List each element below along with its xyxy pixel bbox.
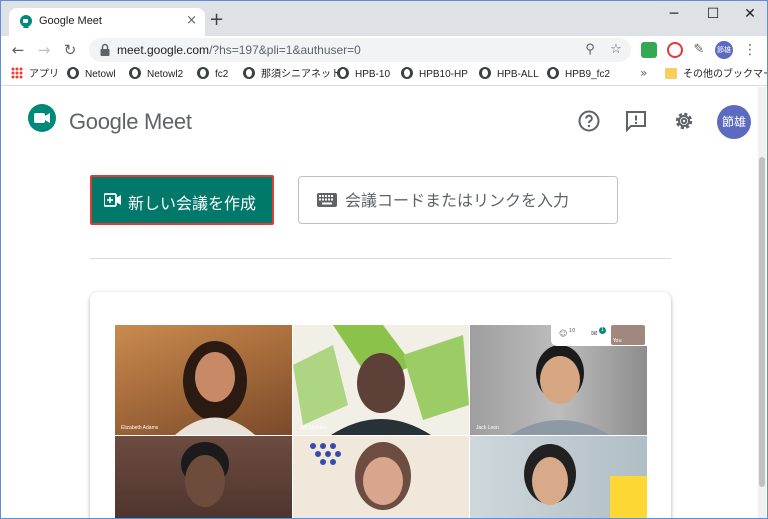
participant-name: Jack Leon	[476, 425, 499, 431]
minimize-button[interactable]: ─	[659, 5, 689, 25]
video-call-add-icon	[104, 193, 121, 207]
section-divider	[90, 258, 671, 259]
bookmark-hpb9-fc2[interactable]: HPB9_fc2	[547, 67, 610, 83]
participant-name: Elizabeth Adams	[121, 425, 159, 431]
feedback-icon[interactable]	[624, 109, 648, 133]
help-icon[interactable]	[577, 109, 601, 133]
forward-arrow-icon[interactable]: →	[33, 39, 55, 61]
folder-icon	[665, 68, 677, 79]
other-bookmarks-label: その他のブックマーク	[683, 69, 767, 80]
bookmark-hpb10-hp[interactable]: HPB10-HP	[401, 67, 468, 83]
puzzle-extensions-icon[interactable]: ✎	[691, 42, 707, 58]
checkmark-extension-icon[interactable]	[641, 42, 657, 58]
brand-google: Google	[69, 109, 139, 134]
reload-icon[interactable]: ↻	[59, 39, 81, 61]
people-count: 10	[569, 328, 576, 334]
url-host: meet.google.com	[117, 43, 210, 57]
page-scrollbar[interactable]	[758, 87, 766, 518]
participant-portrait	[175, 341, 255, 435]
new-meeting-label: 新しい会議を作成	[128, 194, 257, 213]
bookmark-label: HPB-ALL	[497, 69, 539, 80]
bookmark-label: アプリ	[29, 69, 59, 80]
tab-strip: Google Meet × + ─ ☐ ✕	[1, 1, 767, 36]
address-bar[interactable]: meet.google.com/?hs=197&pli=1&authuser=0…	[89, 38, 631, 62]
participant-name: Jeff Sheldon	[299, 425, 327, 431]
maximize-button[interactable]: ☐	[698, 5, 728, 25]
globe-icon	[479, 67, 491, 79]
url-path: /?hs=197&pli=1&authuser=0	[209, 43, 361, 57]
bookmark-hpb-all[interactable]: HPB-ALL	[479, 67, 539, 83]
browser-window: Google Meet × + ─ ☐ ✕ ← → ↻ meet.google.…	[0, 0, 768, 519]
globe-icon	[337, 67, 349, 79]
bookmarks-overflow-button[interactable]: »	[640, 66, 647, 80]
chat-badge: 1	[599, 327, 606, 334]
self-view-label: You	[613, 338, 622, 344]
globe-icon	[129, 67, 141, 79]
brand-meet: Meet	[143, 109, 192, 134]
participant-portrait	[181, 442, 229, 507]
close-window-button[interactable]: ✕	[735, 5, 765, 25]
bookmark-star-icon[interactable]: ☆	[607, 41, 625, 59]
bookmarks-bar: アプリ Netowl Netowl2 fc2 那須シニアネット HPB-10 H…	[1, 64, 767, 86]
meet-favicon-icon	[20, 15, 32, 28]
back-arrow-icon[interactable]: ←	[7, 39, 29, 61]
bookmark-label: HPB-10	[355, 69, 391, 80]
bookmark-label: Netowl	[85, 69, 116, 80]
bookmark-netowl[interactable]: Netowl	[67, 67, 116, 83]
chat-icon: ✉	[591, 329, 598, 338]
video-tile: Elizabeth Adams	[115, 325, 292, 435]
url-text: meet.google.com/?hs=197&pli=1&authuser=0	[117, 43, 361, 57]
bookmark-label: fc2	[215, 69, 229, 80]
zoom-icon[interactable]: ⚲	[581, 41, 599, 59]
bookmark-label: HPB9_fc2	[565, 69, 611, 80]
participant-portrait	[293, 325, 469, 435]
tab-close-button[interactable]: ×	[186, 13, 197, 29]
globe-icon	[197, 67, 209, 79]
tab-title: Google Meet	[39, 15, 102, 27]
meeting-code-input[interactable]	[345, 185, 605, 215]
globe-icon	[547, 67, 559, 79]
video-tile	[470, 436, 647, 518]
keyboard-icon	[317, 193, 337, 207]
bookmark-label: Netowl2	[147, 69, 184, 80]
bookmark-nasu[interactable]: 那須シニアネット	[243, 67, 341, 83]
lock-icon	[100, 43, 110, 56]
video-tile: Jeff Sheldon	[293, 325, 469, 435]
apps-icon	[11, 67, 23, 79]
profile-avatar[interactable]: 節雄	[715, 41, 733, 59]
bookmark-label: HPB10-HP	[419, 69, 468, 80]
user-avatar[interactable]: 節雄	[717, 105, 751, 139]
bookmark-label: 那須シニアネット	[261, 69, 341, 80]
brand-name: Google Meet	[69, 109, 192, 135]
chrome-menu-icon[interactable]: ⋮	[743, 40, 757, 60]
bookmark-fc2[interactable]: fc2	[197, 67, 228, 83]
video-tile	[115, 436, 292, 518]
scrollbar-thumb[interactable]	[759, 157, 765, 487]
people-icon: ☺	[559, 329, 568, 338]
globe-icon	[401, 67, 413, 79]
participant-portrait	[310, 442, 411, 510]
globe-icon	[243, 67, 255, 79]
video-tile	[293, 436, 469, 518]
browser-toolbar: ← → ↻ meet.google.com/?hs=197&pli=1&auth…	[1, 36, 767, 64]
tab-google-meet[interactable]: Google Meet ×	[9, 8, 205, 36]
settings-gear-icon[interactable]	[672, 109, 696, 133]
participant-portrait	[524, 444, 647, 518]
bookmark-hpb10[interactable]: HPB-10	[337, 67, 390, 83]
other-bookmarks[interactable]: その他のブックマーク	[665, 67, 767, 83]
bookmark-apps[interactable]: アプリ	[11, 67, 59, 83]
call-mini-controls: ☺ 10 ✉ 1 You	[551, 324, 647, 346]
meeting-code-field[interactable]	[298, 176, 618, 224]
bookmark-netowl2[interactable]: Netowl2	[129, 67, 183, 83]
globe-icon	[67, 67, 79, 79]
new-tab-button[interactable]: +	[209, 10, 224, 30]
new-meeting-button[interactable]: 新しい会議を作成	[90, 175, 274, 225]
meet-logo-icon	[28, 104, 56, 132]
adblock-extension-icon[interactable]	[667, 42, 683, 58]
